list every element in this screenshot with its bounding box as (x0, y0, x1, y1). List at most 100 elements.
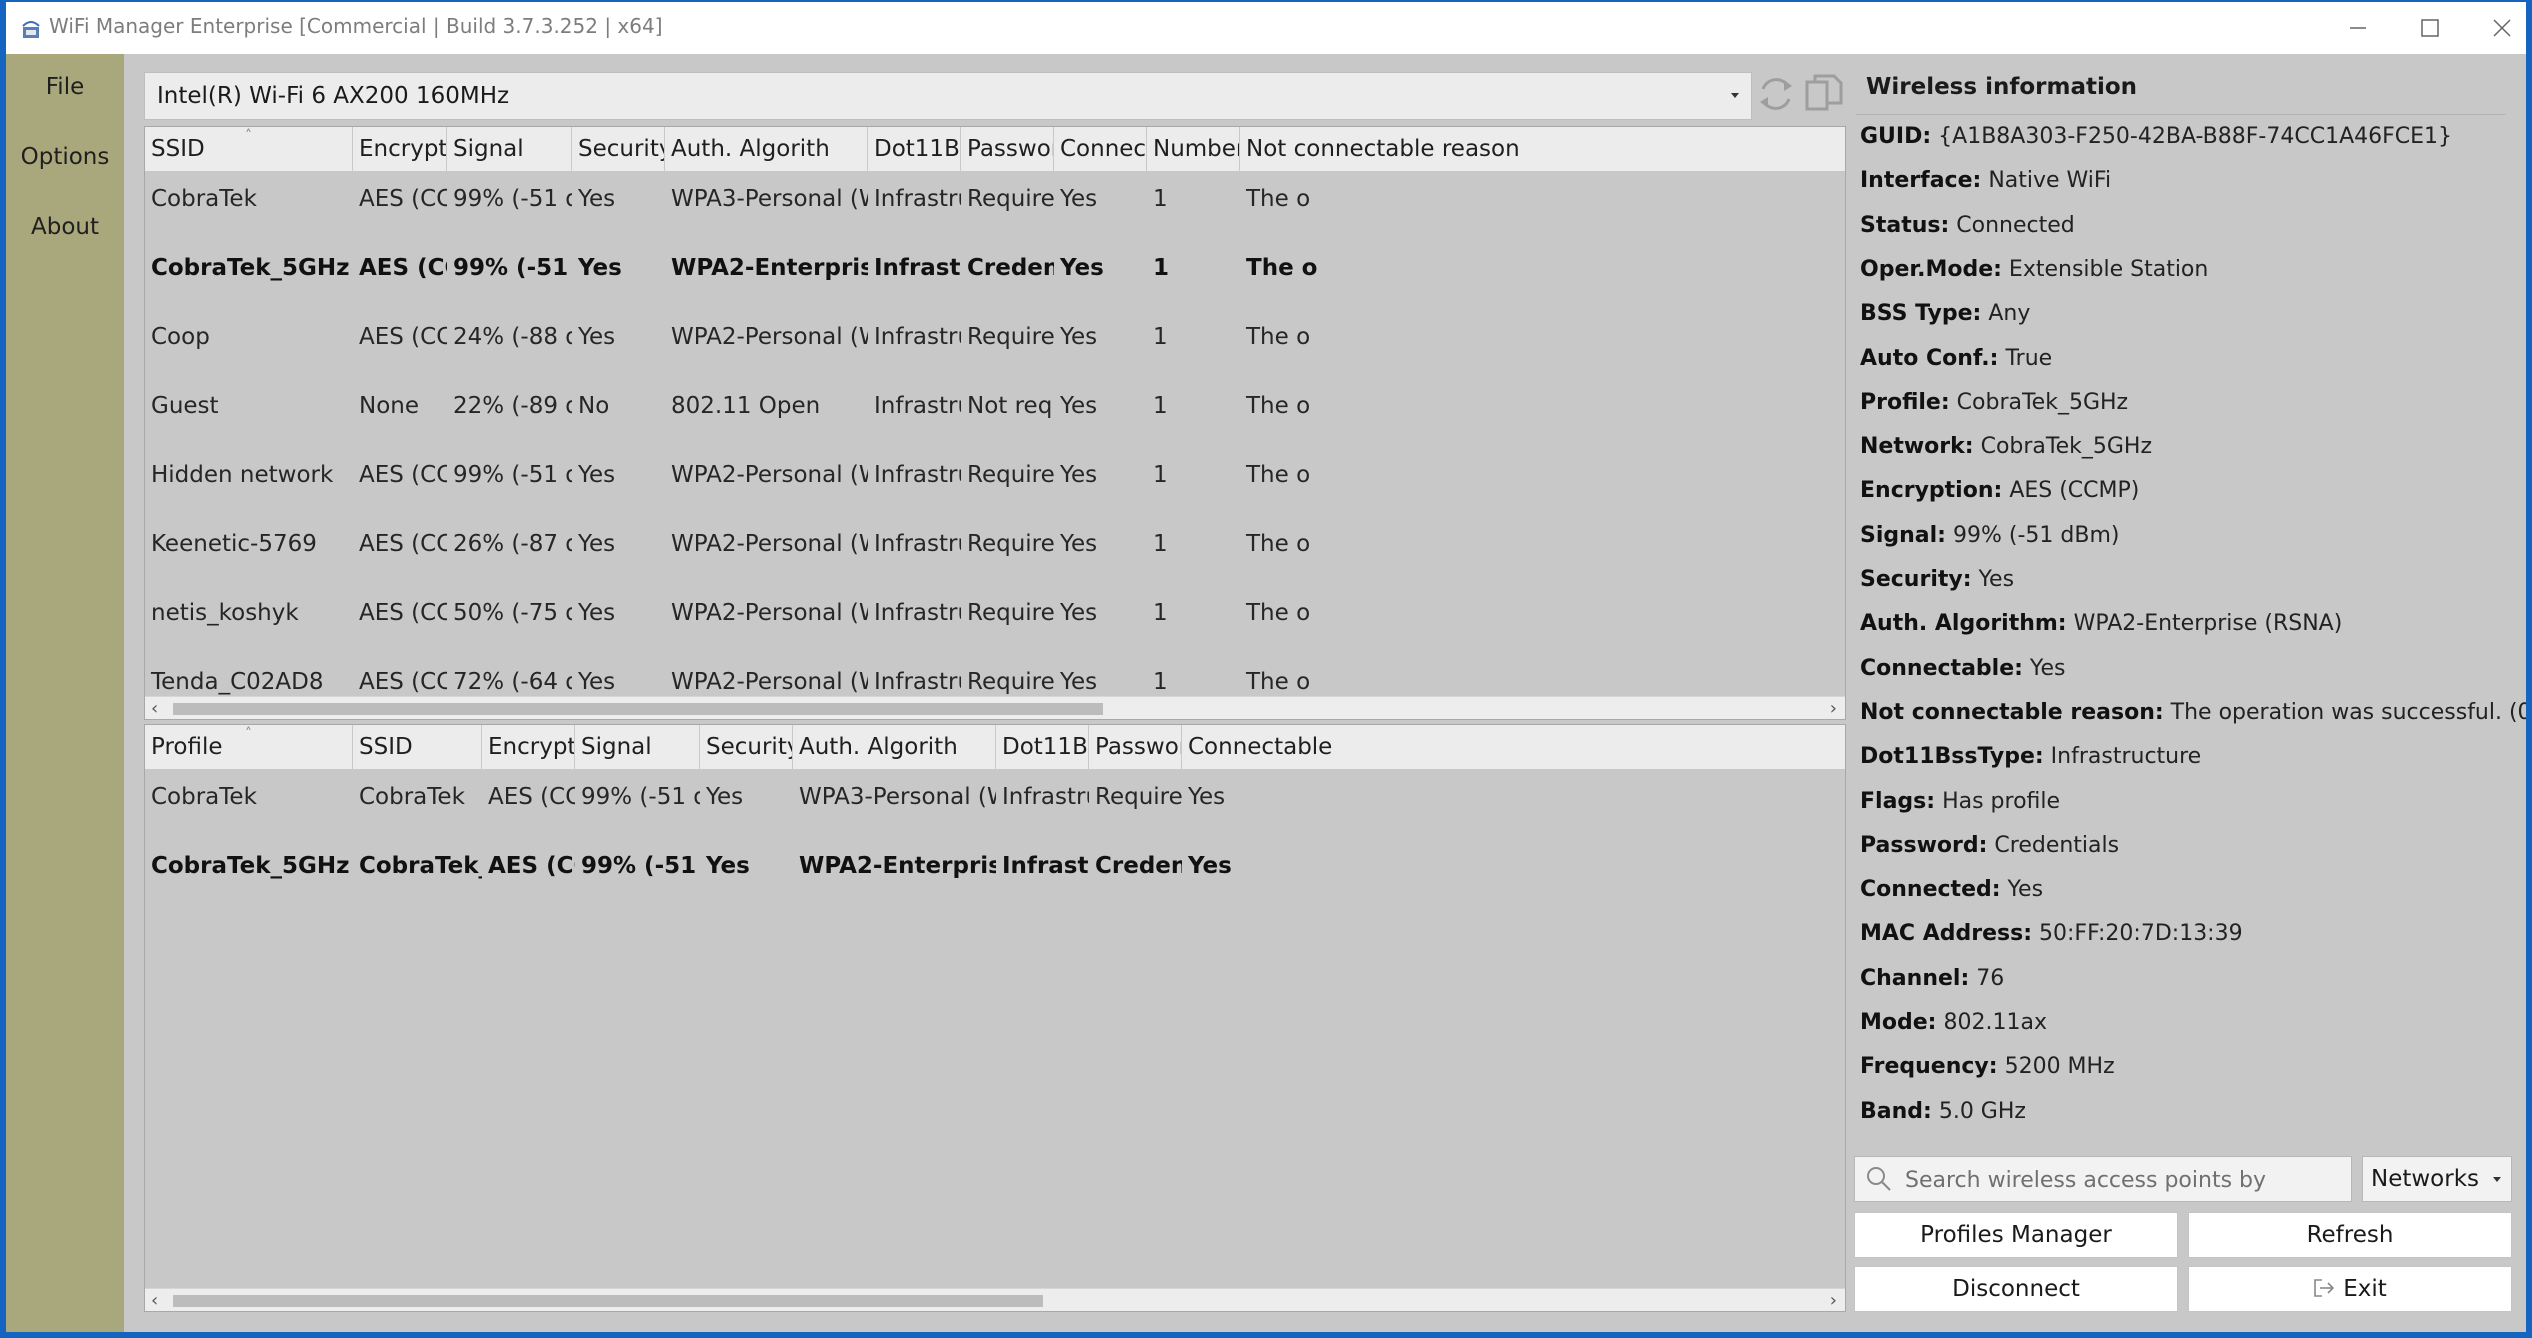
disconnect-button[interactable]: Disconnect (1854, 1266, 2178, 1312)
app-window: WiFi Manager Enterprise [Commercial | Bu… (6, 2, 2526, 1332)
info-row-interface: Interface: Native WiFi (1860, 168, 2111, 193)
column-header-security[interactable]: Security (572, 127, 665, 171)
column-header-number-of-bssids[interactable]: Number of BSSIDs (1147, 127, 1240, 171)
table-cell: Yes (706, 853, 750, 879)
search-box[interactable] (1854, 1156, 2352, 1202)
search-icon (1867, 1167, 1891, 1191)
copy-icon[interactable] (1802, 72, 1846, 116)
scrollbar-thumb[interactable] (173, 1295, 1043, 1307)
column-header-security[interactable]: Security (700, 725, 793, 769)
table-cell: Yes (578, 600, 616, 626)
table-cell: Guest (151, 393, 219, 419)
info-key: Oper.Mode: (1860, 256, 2002, 282)
close-button[interactable] (2466, 2, 2526, 54)
sort-ascending-icon: ˄ (245, 128, 252, 144)
table-cell: 26% (-87 dBm) (453, 531, 572, 557)
interface-select[interactable]: Intel(R) Wi-Fi 6 AX200 160MHz (144, 72, 1752, 120)
column-header-auth-algorith[interactable]: Auth. Algorith (665, 127, 868, 171)
table-cell: Credentials (967, 255, 1054, 281)
info-key: Password: (1860, 832, 1988, 858)
table-cell: Yes (1060, 393, 1098, 419)
column-header-encryption[interactable]: Encryption (353, 127, 447, 171)
refresh-icon[interactable] (1754, 72, 1798, 116)
scroll-right-icon[interactable]: › (1830, 698, 1837, 719)
search-filter-value: Networks (2371, 1166, 2480, 1192)
column-header-password[interactable]: Password (1089, 725, 1182, 769)
table-cell: Yes (578, 255, 622, 281)
table-row[interactable]: CobraTekCobraTekAES (CCMP)99% (-51 dBm)Y… (145, 769, 1845, 825)
minimize-button[interactable] (2322, 2, 2394, 54)
info-value: Credentials (1994, 832, 2120, 858)
table-row[interactable]: Keenetic-5769AES (CCMP)26% (-87 dBm)YesW… (145, 516, 1845, 572)
table-cell: AES (CCMP) (359, 600, 447, 626)
table-cell: 1 (1153, 531, 1168, 557)
column-header-ssid[interactable]: SSID (353, 725, 482, 769)
table-cell: Not required (967, 393, 1054, 419)
table-cell: Infrastruc... (874, 255, 961, 281)
column-header-password[interactable]: Password (961, 127, 1054, 171)
table-row[interactable]: CobraTek_5GHzCobraTek_5GHzAES (CCMP)99% … (145, 838, 1845, 894)
column-header-signal[interactable]: Signal (447, 127, 572, 171)
table-cell: 1 (1153, 186, 1168, 212)
info-row-auth-algorithm: Auth. Algorithm: WPA2-Enterprise (RSNA) (1860, 611, 2342, 636)
table-row[interactable]: Guest None 22% (-89 dBm)No 802.11 Open Infra… (145, 378, 1845, 434)
scroll-left-icon[interactable]: ‹ (151, 1290, 158, 1311)
info-value: The operation was successful. (0) (2170, 699, 2526, 725)
table-cell: Yes (578, 531, 616, 557)
column-header-connectable[interactable]: Connectable (1182, 725, 1845, 769)
table-row[interactable]: Hidden networkAES (CCMP)99% (-51 dBm)Yes… (145, 447, 1845, 503)
info-divider (1856, 114, 2506, 115)
search-input[interactable] (1903, 1163, 2347, 1197)
info-key: Auth. Algorithm: (1860, 611, 2067, 637)
info-row-connected: Connected: Yes (1860, 877, 2043, 902)
exit-button[interactable]: Exit (2188, 1266, 2512, 1312)
menu-file[interactable]: File (6, 74, 124, 100)
column-header-not-connectable-reason[interactable]: Not connectable reason (1240, 127, 1845, 171)
title-bar: WiFi Manager Enterprise [Commercial | Bu… (6, 2, 2526, 54)
table-cell: 99% (-51 dBm) (453, 186, 572, 212)
table-cell: 24% (-88 dBm) (453, 324, 572, 350)
table-row[interactable]: CoopAES (CCMP)24% (-88 dBm)YesWPA2-Perso… (145, 309, 1845, 365)
info-value: Has profile (1942, 788, 2061, 814)
menu-options[interactable]: Options (6, 144, 124, 170)
info-row-oper-mode: Oper.Mode: Extensible Station (1860, 257, 2208, 282)
info-key: Auto Conf.: (1860, 345, 1999, 371)
info-row-not-connectable-reason: Not connectable reason: The operation wa… (1860, 700, 2526, 725)
table-cell: Required (1095, 784, 1182, 810)
scroll-left-icon[interactable]: ‹ (151, 698, 158, 719)
info-row-guid: GUID: {A1B8A303-F250-42BA-B88F-74CC1A46F… (1860, 124, 2452, 149)
info-key: BSS Type: (1860, 301, 1982, 327)
column-header-encryption[interactable]: Encryption (482, 725, 575, 769)
search-filter-select[interactable]: Networks (2362, 1156, 2512, 1202)
table-row[interactable]: CobraTekAES (CCMP)99% (-51 dBm)YesWPA3-P… (145, 171, 1845, 227)
menu-about[interactable]: About (6, 214, 124, 240)
table-cell: WPA2-Personal (WPA2-PSK) (671, 324, 868, 350)
column-header-connectable[interactable]: Connectable (1054, 127, 1147, 171)
column-header-dot11bsstype[interactable]: Dot11BssType (868, 127, 961, 171)
profiles-hscroll[interactable]: ‹ › (145, 1288, 1845, 1311)
maximize-button[interactable] (2394, 2, 2466, 54)
table-cell: 1 (1153, 324, 1168, 350)
table-row[interactable]: CobraTek_5GHzAES (CCMP)99% (-51 dBm)YesW… (145, 240, 1845, 296)
scrollbar-thumb[interactable] (173, 703, 1103, 715)
exit-label: Exit (2343, 1276, 2387, 1302)
table-cell: Infrastruc... (1002, 853, 1089, 879)
info-row-mac-address: MAC Address: 50:FF:20:7D:13:39 (1860, 921, 2243, 946)
table-cell: AES (CCMP) (359, 531, 447, 557)
table-cell: Infrastruct... (874, 531, 961, 557)
table-cell: 99% (-51 dBm) (453, 255, 572, 281)
column-header-auth-algorith[interactable]: Auth. Algorith (793, 725, 996, 769)
info-key: Network: (1860, 434, 1974, 460)
column-header-dot11bsstype[interactable]: Dot11BssType (996, 725, 1089, 769)
scroll-right-icon[interactable]: › (1830, 1290, 1837, 1311)
column-header-signal[interactable]: Signal (575, 725, 700, 769)
profiles-manager-button[interactable]: Profiles Manager (1854, 1212, 2178, 1258)
table-cell: Hidden network (151, 462, 334, 488)
table-cell: Required (967, 186, 1054, 212)
networks-hscroll[interactable]: ‹ › (145, 696, 1845, 719)
table-row[interactable]: netis_koshykAES (CCMP)50% (-75 dBm)YesWP… (145, 585, 1845, 641)
chevron-down-icon (1731, 93, 1739, 98)
table-cell: Required (967, 324, 1054, 350)
info-row-flags: Flags: Has profile (1860, 789, 2060, 814)
refresh-button[interactable]: Refresh (2188, 1212, 2512, 1258)
